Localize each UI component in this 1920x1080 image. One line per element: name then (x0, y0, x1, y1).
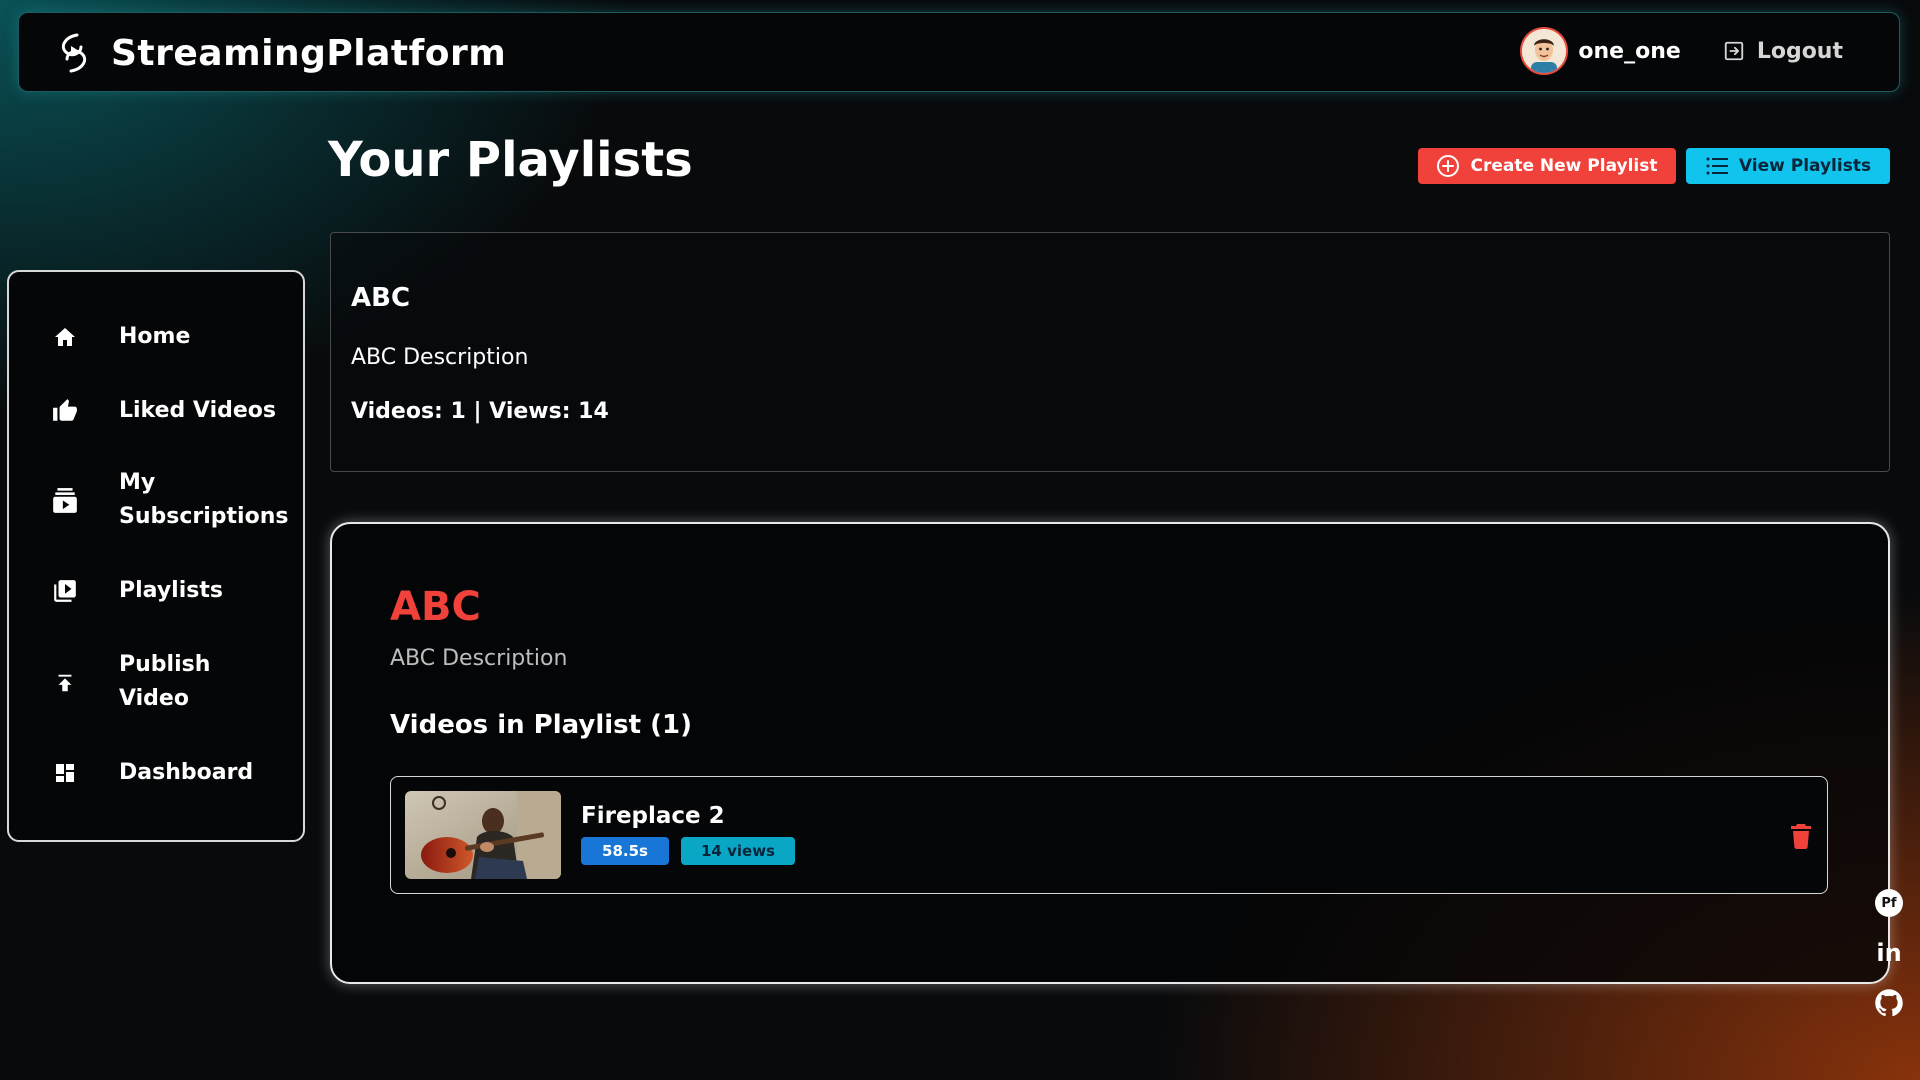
sidebar-item-label: Playlists (119, 578, 223, 603)
sidebar-item-label: Home (119, 324, 191, 349)
dashboard-icon (49, 757, 81, 789)
duration-badge: 58.5s (581, 837, 669, 865)
user-area: one_one Logout (1520, 27, 1843, 75)
linkedin-label: in (1876, 939, 1902, 967)
username: one_one (1578, 38, 1681, 64)
github-icon[interactable] (1874, 988, 1904, 1018)
brand[interactable]: StreamingPlatform (55, 31, 506, 75)
playlist-card-description: ABC Description (351, 345, 529, 370)
logout-button[interactable]: Logout (1723, 39, 1843, 64)
logout-label: Logout (1756, 38, 1843, 64)
peerlist-label: Pf (1881, 895, 1897, 911)
video-thumbnail[interactable] (405, 791, 561, 879)
peerlist-icon[interactable]: Pf (1874, 888, 1904, 918)
sidebar-item-playlists[interactable]: Playlists (9, 574, 303, 608)
view-playlists-button[interactable]: View Playlists (1686, 148, 1890, 184)
sidebar-item-dashboard[interactable]: Dashboard (9, 756, 303, 790)
sidebar: Home Liked Videos My Subscriptions Playl… (7, 270, 305, 842)
playlist-card[interactable]: ABC ABC Description Videos: 1 | Views: 1… (330, 232, 1890, 472)
playlist-detail-title: ABC (390, 584, 481, 630)
sidebar-item-label: Dashboard (119, 760, 254, 785)
views-badge: 14 views (681, 837, 795, 865)
video-list-item[interactable]: Fireplace 2 58.5s 14 views (390, 776, 1828, 894)
thumbs-up-icon (49, 395, 81, 427)
trash-icon[interactable] (1789, 823, 1813, 849)
avatar[interactable] (1520, 27, 1569, 75)
add-circle-icon (1437, 155, 1460, 177)
view-playlists-label: View Playlists (1738, 156, 1872, 176)
streaming-logo-icon (61, 33, 87, 73)
playlist-icon (49, 575, 81, 607)
sidebar-item-label: Publish Video (119, 652, 211, 711)
videos-heading: Videos in Playlist (1) (390, 710, 692, 740)
logout-icon (1724, 41, 1743, 61)
sidebar-item-label: My Subscriptions (119, 470, 289, 529)
playlist-detail-panel: ABC ABC Description Videos in Playlist (… (330, 522, 1890, 984)
page-title: Your Playlists (328, 132, 693, 188)
top-header: StreamingPlatform one_one Logout (18, 12, 1900, 92)
sidebar-item-label: Liked Videos (119, 398, 276, 423)
home-icon (49, 321, 81, 353)
linkedin-icon[interactable]: in (1874, 938, 1904, 968)
sidebar-item-home[interactable]: Home (9, 320, 303, 354)
app-title: StreamingPlatform (111, 32, 507, 74)
playlist-card-stats: Videos: 1 | Views: 14 (351, 399, 609, 424)
create-playlist-label: Create New Playlist (1470, 156, 1658, 176)
upload-icon (49, 667, 81, 699)
playlist-card-title: ABC (351, 283, 411, 313)
video-title: Fireplace 2 (581, 803, 725, 829)
subscriptions-icon (49, 485, 81, 517)
list-icon (1706, 157, 1728, 175)
playlist-detail-description: ABC Description (390, 646, 568, 671)
create-playlist-button[interactable]: Create New Playlist (1418, 148, 1676, 184)
sidebar-item-subscriptions[interactable]: My Subscriptions (9, 466, 303, 536)
sidebar-item-liked-videos[interactable]: Liked Videos (9, 394, 303, 428)
sidebar-item-publish-video[interactable]: Publish Video (9, 648, 303, 718)
